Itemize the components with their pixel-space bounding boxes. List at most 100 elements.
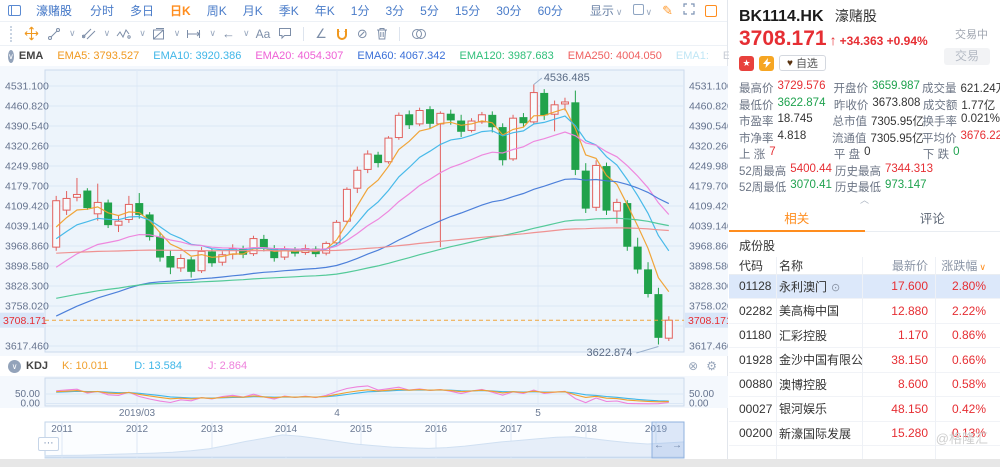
stock-row-02282[interactable]: 02282美高梅中国12.8802.22% <box>729 299 1000 324</box>
channel-caret[interactable]: ∨ <box>104 28 111 39</box>
svg-text:4249.980: 4249.980 <box>5 161 49 173</box>
tab-评论[interactable]: 评论 <box>865 208 1000 231</box>
toolbar-grip[interactable] <box>10 26 14 42</box>
svg-text:4320.260: 4320.260 <box>689 141 728 153</box>
trash-icon[interactable] <box>374 24 390 44</box>
ema-value-0: EMA5: 3793.527 <box>57 50 139 62</box>
kdj-chart[interactable]: 50.0050.000.000.00 <box>0 376 728 408</box>
window-layout-icon[interactable] <box>8 5 21 16</box>
stock-row-01180[interactable]: 01180汇彩控股1.1700.86% <box>729 324 1000 349</box>
tab-5分[interactable]: 5分 <box>420 2 439 19</box>
svg-text:3968.860: 3968.860 <box>5 241 49 253</box>
svg-text:0.00: 0.00 <box>689 399 709 409</box>
measure-tool-icon[interactable] <box>184 24 203 44</box>
chart-type-dropdown[interactable]: ∨ <box>633 4 653 18</box>
move-tool-icon[interactable] <box>22 24 41 44</box>
tab-年K[interactable]: 年K <box>315 2 335 19</box>
timeline-navigator[interactable]: 201120122013201420152016201720182019←→ ⋯ <box>0 421 728 459</box>
quote-stats: 最高价3729.576开盘价3659.987成交量621.24万最低价3622.… <box>729 77 1000 196</box>
tab-30分[interactable]: 30分 <box>496 2 521 19</box>
stock-row-01928[interactable]: 01928金沙中国有限公司38.1500.66% <box>729 348 1000 373</box>
fullscreen-icon[interactable] <box>683 3 695 18</box>
svg-text:3968.860: 3968.860 <box>689 241 728 253</box>
candlestick-chart[interactable]: 4531.1004531.1004460.8204460.8204390.540… <box>0 66 728 356</box>
bottom-strip <box>0 459 1000 467</box>
svg-text:2017: 2017 <box>500 424 523 435</box>
kdj-collapse-icon[interactable]: ∨ <box>8 360 21 373</box>
quote-symbol: BK1114.HK <box>739 8 824 26</box>
comment-tool-icon[interactable] <box>276 24 294 44</box>
wave-tool-icon[interactable] <box>114 24 133 44</box>
ema-value-5: EMA250: 4004.050 <box>568 50 662 62</box>
svg-text:2016: 2016 <box>425 424 448 435</box>
tab-分时[interactable]: 分时 <box>90 2 114 19</box>
symbol-tab[interactable]: 濠赌股 <box>36 2 72 19</box>
tab-日K[interactable]: 日K <box>170 2 191 19</box>
svg-text:4039.140: 4039.140 <box>689 221 728 233</box>
svg-text:2013: 2013 <box>201 424 224 435</box>
arrow-tool-icon[interactable]: ← <box>220 24 237 44</box>
navigator-handle[interactable]: → <box>672 440 682 451</box>
magnet-icon[interactable] <box>333 24 351 44</box>
tab-60分[interactable]: 60分 <box>538 2 563 19</box>
angle-tool-icon[interactable]: ∠ <box>313 24 329 44</box>
svg-text:4320.260: 4320.260 <box>5 141 49 153</box>
main-chart-svg: 4531.1004531.1004460.8204460.8204390.540… <box>0 66 728 356</box>
tab-周K[interactable]: 周K <box>207 2 227 19</box>
ema-value-3: EMA60: 4067.342 <box>357 50 445 62</box>
stat-成交额: 成交额1.77亿 <box>923 97 1000 113</box>
measure-caret[interactable]: ∨ <box>209 28 216 39</box>
svg-text:4179.700: 4179.700 <box>689 181 728 193</box>
stats-collapse-icon[interactable]: ︿ <box>729 196 1000 206</box>
tab-多日[interactable]: 多日 <box>130 2 154 19</box>
quote-panel: BK1114.HK 濠赌股 交易中 3708.171 ↑ +34.363 +0.… <box>729 0 1000 459</box>
channel-tool-icon[interactable] <box>80 24 98 44</box>
x-axis-label: 2019/03 <box>119 408 155 419</box>
tab-相关[interactable]: 相关 <box>729 208 865 231</box>
ema-value-4: EMA120: 3987.683 <box>460 50 554 62</box>
svg-text:4390.540: 4390.540 <box>689 121 728 133</box>
panel-toggle-icon[interactable] <box>705 5 717 17</box>
tab-季K[interactable]: 季K <box>279 2 299 19</box>
navigator-more-button[interactable]: ⋯ <box>38 437 59 451</box>
tab-月K[interactable]: 月K <box>243 2 263 19</box>
wave-caret[interactable]: ∨ <box>139 28 146 39</box>
sort-desc-icon[interactable]: ∨ <box>979 262 986 272</box>
svg-text:4109.420: 4109.420 <box>5 201 49 213</box>
stat-下 跌: 下 跌0 <box>923 146 1000 162</box>
kdj-indicator-bar: ∨ KDJ K: 10.011 D: 13.584 J: 2.864 ⊗ ⚙ <box>0 356 727 376</box>
stat-总市值: 总市值7305.95亿 <box>832 113 922 129</box>
pattern-tool-icon[interactable] <box>150 24 168 44</box>
tab-1分[interactable]: 1分 <box>351 2 370 19</box>
svg-text:0.00: 0.00 <box>21 399 41 409</box>
stock-row-00027[interactable]: 00027银河娱乐48.1500.42% <box>729 397 1000 422</box>
pencil-icon[interactable]: ✎ <box>662 3 673 19</box>
ema-collapse-icon[interactable]: ∨ <box>8 50 14 63</box>
display-dropdown[interactable]: 显示∨ <box>590 2 623 19</box>
trendline-caret[interactable]: ∨ <box>69 28 76 39</box>
svg-text:3758.020: 3758.020 <box>5 301 49 313</box>
stat-上 涨: 上 涨7 <box>739 146 834 162</box>
stock-row-00880[interactable]: 00880澳博控股8.6000.58% <box>729 373 1000 398</box>
tab-15分[interactable]: 15分 <box>455 2 480 19</box>
kdj-k-value: K: 10.011 <box>62 360 108 372</box>
kdj-close-icon[interactable]: ⊗ <box>688 359 698 373</box>
text-tool-icon[interactable]: Aa <box>254 24 273 44</box>
tab-3分[interactable]: 3分 <box>385 2 404 19</box>
ema-indicator-name: EMA <box>19 50 43 62</box>
compare-icon[interactable] <box>409 24 429 44</box>
pattern-caret[interactable]: ∨ <box>174 28 181 39</box>
svg-text:3898.580: 3898.580 <box>689 261 728 273</box>
stat-历史最低: 历史最低973.147 <box>835 179 925 195</box>
trade-button[interactable]: 交易 <box>944 48 990 65</box>
svg-text:4109.420: 4109.420 <box>689 201 728 213</box>
kdj-d-value: D: 13.584 <box>134 360 182 372</box>
ema-value-6: EMA1: <box>676 50 709 62</box>
trendline-tool-icon[interactable] <box>45 24 63 44</box>
add-watchlist-button[interactable]: ♥自选 <box>779 55 826 71</box>
kdj-settings-icon[interactable]: ⚙ <box>706 359 717 373</box>
navigator-handle[interactable]: ← <box>654 440 664 451</box>
hide-drawings-icon[interactable]: ⊘ <box>355 24 370 44</box>
stock-row-01128[interactable]: 01128永利澳门⊙17.6002.80% <box>729 275 1000 300</box>
arrow-caret[interactable]: ∨ <box>243 28 250 39</box>
